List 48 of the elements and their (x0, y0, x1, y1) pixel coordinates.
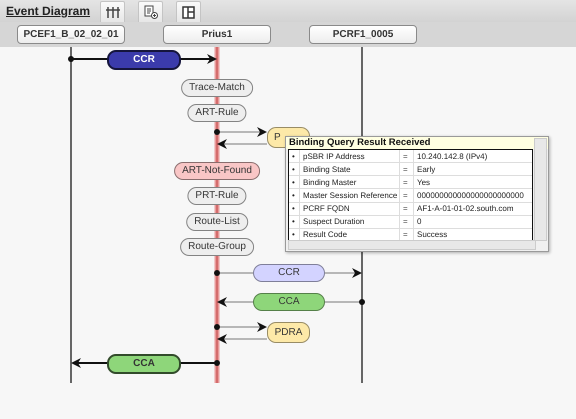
popup-title: Binding Query Result Received (286, 137, 548, 149)
table-cell: = (400, 202, 414, 215)
table-cell: = (400, 216, 414, 228)
message-node[interactable]: PDRA (267, 322, 310, 343)
bullet: • (289, 216, 300, 228)
columns-icon[interactable] (100, 1, 125, 22)
table-cell-text: 000000000000000000000000 (416, 190, 525, 202)
message-node[interactable]: CCA (253, 292, 325, 310)
message-node[interactable]: CCA (107, 354, 181, 374)
step-node[interactable]: Route-Group (180, 238, 254, 256)
table-cell: = (400, 189, 414, 202)
step-node[interactable]: ART-Not-Found (174, 162, 260, 180)
table-cell: = (400, 176, 414, 188)
table-cell-text: Yes (416, 176, 432, 188)
table-cell-text: 10.240.142.8 (IPv4) (416, 150, 488, 162)
horizontal-scrollbar[interactable] (288, 240, 536, 250)
table-cell-text: AF1-A-01-01-02.south.com (416, 203, 514, 215)
document-add-icon[interactable] (138, 1, 163, 22)
table-cell: = (400, 163, 414, 176)
table-cell: Suspect Duration (300, 216, 400, 228)
request-response-arrows (214, 322, 268, 344)
lane-header[interactable]: Prius1 (163, 25, 271, 44)
table-cell: pSBR IP Address (300, 150, 400, 162)
table-cell: Master Session Reference (300, 189, 400, 202)
message-node[interactable]: CCR (107, 50, 181, 70)
request-response-arrows (214, 127, 268, 149)
table-cell: Binding Master (300, 176, 400, 188)
step-node[interactable]: Trace-Match (181, 78, 253, 96)
lane-header[interactable]: PCRF1_0005 (309, 25, 417, 44)
diagram-title: Event Diagram (6, 4, 92, 20)
table-cell-text: Success (416, 229, 448, 241)
bullet: • (289, 176, 300, 188)
bullet: • (289, 202, 300, 215)
step-node[interactable]: Route-List (186, 212, 248, 230)
vertical-scrollbar[interactable] (534, 138, 547, 241)
table-cell-text: Early (416, 164, 436, 176)
lane-header[interactable]: PCEF1_B_02_02_01 (17, 25, 125, 44)
table-cell: PCRF FQDN (300, 202, 400, 215)
table-cell: = (400, 150, 414, 162)
layout-icon[interactable] (176, 1, 201, 22)
step-node[interactable]: ART-Rule (187, 104, 247, 122)
step-node[interactable]: PRT-Rule (187, 186, 247, 204)
table-cell-text: 0 (416, 216, 422, 228)
bullet: • (289, 189, 300, 202)
bullet: • (289, 163, 300, 176)
table-cell: Binding State (300, 163, 400, 176)
message-node[interactable]: CCR (253, 264, 325, 282)
bullet: • (289, 150, 300, 162)
